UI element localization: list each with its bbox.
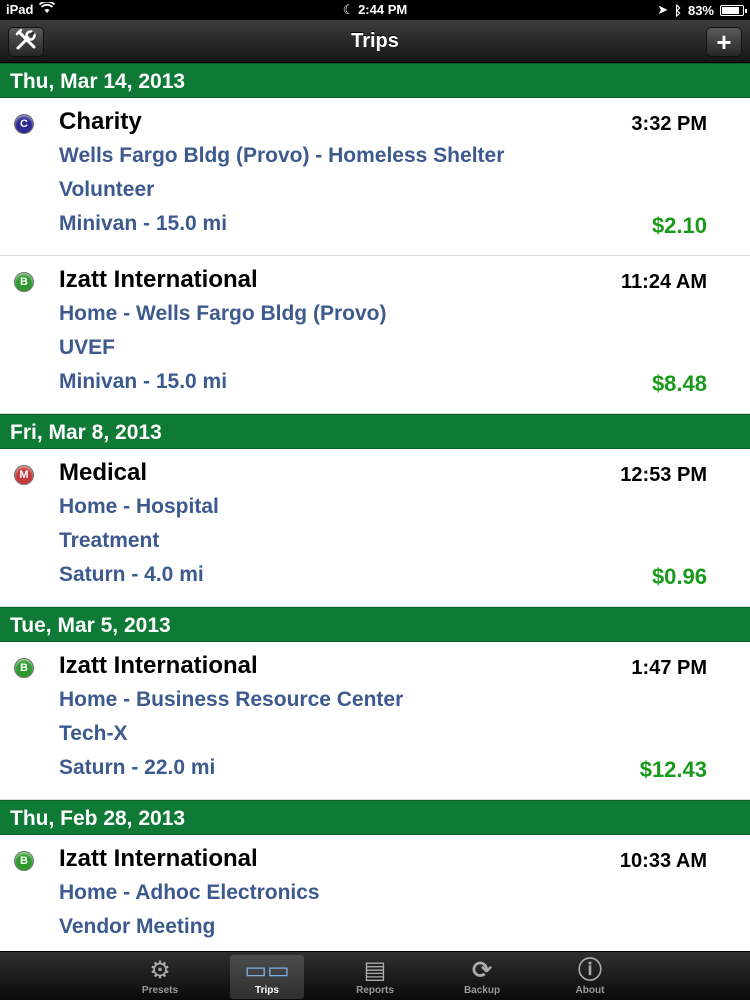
status-bar: iPad ☾ 2:44 PM ➤ ᛒ 83% (0, 0, 750, 20)
location-icon: ➤ (657, 2, 669, 17)
tab-reports[interactable]: ▤ Reports (338, 955, 412, 999)
tab-label: Reports (356, 985, 394, 996)
category-badge-icon: B (14, 272, 34, 292)
trip-route: Home - Adhoc Electronics (59, 881, 320, 904)
trip-amount: $8.48 (651, 371, 707, 396)
add-trip-button[interactable]: + (706, 27, 742, 57)
trip-route: Home - Hospital (59, 495, 219, 518)
status-time: 2:44 PM (358, 2, 408, 17)
trip-purpose: Tech-X (59, 722, 128, 745)
trip-route: Wells Fargo Bldg (Provo) - Homeless Shel… (59, 144, 505, 167)
trip-amount: $0.96 (651, 564, 707, 589)
trip-time: 12:53 PM (620, 464, 707, 486)
tab-label: Trips (255, 985, 279, 996)
trip-row[interactable]: C Charity 3:32 PM Wells Fargo Bldg (Prov… (0, 98, 750, 256)
tab-presets[interactable]: ⚙ Presets (123, 955, 197, 999)
trip-time: 10:33 AM (619, 850, 707, 872)
sync-icon: ⟳ (471, 957, 493, 984)
category-badge-icon: M (14, 465, 34, 485)
section-header-date: Tue, Mar 5, 2013 (0, 607, 750, 642)
section-header-date: Fri, Mar 8, 2013 (0, 414, 750, 449)
tab-about[interactable]: ⓘ About (553, 955, 627, 999)
tab-label: Presets (141, 985, 179, 996)
trip-time: 3:32 PM (631, 113, 707, 135)
page-title: Trips (351, 30, 399, 52)
battery-icon (720, 4, 747, 16)
section-header-date: Thu, Feb 28, 2013 (0, 800, 750, 835)
trip-list[interactable]: Thu, Mar 14, 2013 C Charity 3:32 PM Well… (0, 63, 750, 951)
trip-purpose: UVEF (59, 336, 116, 359)
trip-row[interactable]: M Medical 12:53 PM Home - Hospital Treat… (0, 449, 750, 607)
info-icon: ⓘ (578, 957, 602, 984)
tab-label: Backup (463, 985, 501, 996)
trip-vehicle-distance: Minivan - 15.0 mi (59, 212, 228, 235)
trip-time: 1:47 PM (631, 657, 707, 679)
trip-row[interactable]: B Izatt International 11:24 AM Home - We… (0, 256, 750, 414)
trip-category: Charity (59, 108, 142, 135)
trip-purpose: Vendor Meeting (59, 915, 216, 938)
category-badge-icon: B (14, 851, 34, 871)
trip-route: Home - Wells Fargo Bldg (Provo) (59, 302, 387, 325)
trip-vehicle-distance: Saturn - 4.0 mi (59, 563, 204, 586)
reports-icon: ▤ (363, 957, 387, 984)
moon-icon: ☾ (342, 2, 355, 17)
trips-icon: ▭▭ (244, 957, 290, 984)
navigation-bar: Trips + (0, 20, 750, 63)
category-badge-icon: B (14, 658, 34, 678)
bluetooth-icon: ᛒ (674, 2, 682, 18)
tab-trips[interactable]: ▭▭ Trips (230, 955, 304, 999)
trip-purpose: Volunteer (59, 178, 155, 201)
category-badge-icon: C (14, 114, 34, 134)
trip-route: Home - Business Resource Center (59, 688, 404, 711)
section-header-date: Thu, Mar 14, 2013 (0, 63, 750, 98)
tab-label: About (575, 985, 605, 996)
trip-purpose: Treatment (59, 529, 160, 552)
trip-time: 11:24 AM (621, 271, 707, 293)
tab-bar: ⚙ Presets ▭▭ Trips ▤ Reports ⟳ Backup ⓘ Abou… (0, 951, 750, 1000)
battery-percent: 83% (687, 2, 714, 18)
trip-vehicle-distance: Minivan - 15.0 mi (59, 370, 228, 393)
trip-category: Izatt International (59, 266, 258, 293)
trip-category: Izatt International (59, 652, 258, 679)
trip-row[interactable]: B Izatt International 1:47 PM Home - Bus… (0, 642, 750, 800)
trip-category: Medical (59, 459, 148, 486)
tab-backup[interactable]: ⟳ Backup (445, 955, 519, 999)
trip-row[interactable]: B Izatt International 10:33 AM Home - Ad… (0, 835, 750, 951)
gear-icon: ⚙ (149, 957, 171, 984)
trip-amount: $2.10 (651, 213, 707, 238)
trip-amount: $12.43 (639, 757, 707, 782)
trip-category: Izatt International (59, 845, 258, 872)
trip-vehicle-distance: Saturn - 22.0 mi (59, 756, 216, 779)
